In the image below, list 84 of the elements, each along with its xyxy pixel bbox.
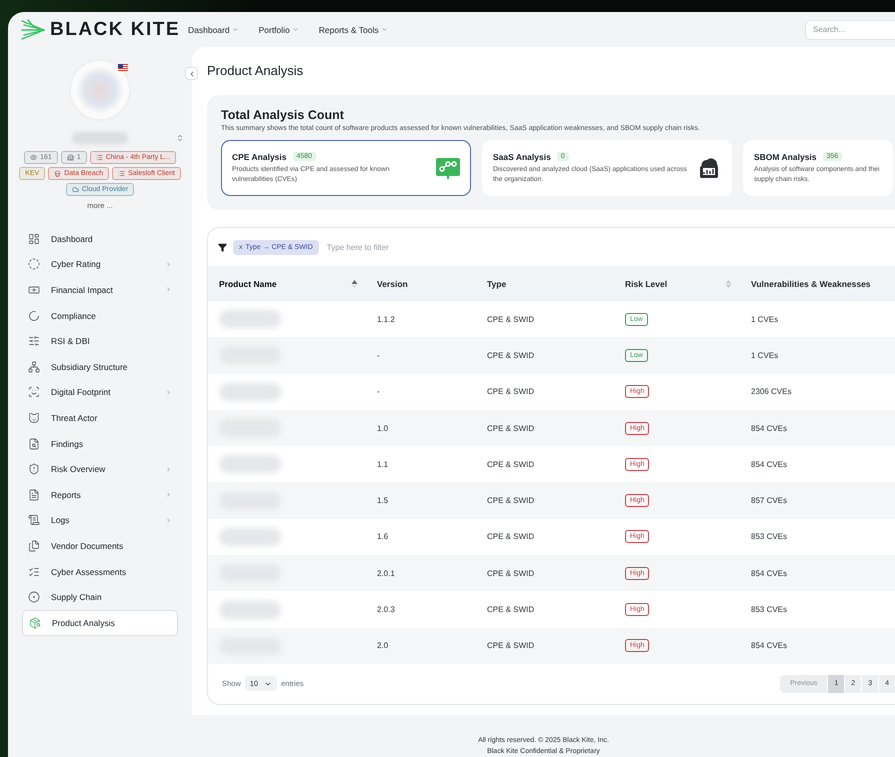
card-title: CPE Analysis — [232, 152, 286, 162]
sliders-icon — [28, 335, 40, 348]
table-cell: CPE & SWID — [476, 410, 614, 446]
dashed-circle-icon — [28, 258, 40, 270]
skull-icon — [54, 170, 62, 177]
sidebar-item[interactable]: Reports — [22, 482, 178, 508]
sidebar-item[interactable]: Vendor Documents — [22, 533, 178, 559]
table-cell: CPE & SWID — [476, 555, 614, 592]
sidebar-item[interactable]: Logs — [22, 508, 178, 534]
loader-icon — [28, 310, 40, 322]
sort-ascending-icon[interactable] — [351, 278, 358, 288]
column-label: Version — [377, 278, 408, 288]
target-icon — [28, 591, 40, 604]
redacted-block — [219, 528, 281, 546]
checklist-icon — [28, 566, 40, 578]
scroll-icon — [28, 514, 40, 526]
chevron-down-icon — [292, 26, 299, 33]
redacted-block — [219, 310, 281, 328]
package-search-icon — [29, 616, 41, 629]
table-cell: 1.0 — [366, 410, 476, 446]
table-cell: 2.0 — [366, 628, 476, 664]
redacted-block — [219, 600, 281, 619]
files-icon — [28, 540, 40, 552]
nav-menu-link[interactable]: Portfolio — [258, 24, 299, 34]
sidebar-item[interactable]: Risk Overview — [22, 456, 178, 482]
table-cell: 1.5 — [366, 482, 476, 519]
table-cell: 854 CVEs — [740, 555, 895, 592]
redacted-block — [219, 382, 281, 401]
flag-icon — [118, 64, 128, 71]
sidebar-item[interactable]: Financial Impact — [22, 277, 178, 303]
sidebar-item[interactable]: Digital Footprint — [22, 380, 178, 406]
scan-face-icon — [28, 386, 40, 398]
table-cell: 854 CVEs — [740, 410, 895, 446]
document-icon — [28, 488, 40, 501]
table-cell: 2.0.1 — [366, 555, 476, 592]
collapse-sidebar-button[interactable] — [185, 67, 198, 80]
table-cell: CPE & SWID — [476, 482, 614, 519]
nav-menu-link[interactable]: Dashboard — [188, 24, 239, 34]
sidebar-item[interactable]: RSI & DBI — [22, 328, 178, 354]
cat-icon — [28, 412, 40, 424]
table-cell: 1 CVEs — [740, 337, 895, 374]
card-title: SaaS Analysis — [493, 152, 551, 162]
list-icon — [118, 170, 126, 177]
column-label: Type — [487, 278, 506, 288]
table-cell: 857 CVEs — [740, 482, 895, 519]
sidebar-item[interactable]: Findings — [22, 430, 178, 456]
sidebar-item[interactable]: Dashboard — [22, 226, 178, 252]
chevron-down-icon — [232, 26, 239, 33]
file-search-icon — [28, 438, 40, 450]
table-cell: 854 CVEs — [740, 628, 895, 664]
sidebar-item[interactable]: Supply Chain — [22, 584, 178, 610]
eye-icon — [30, 154, 38, 161]
node-graph-icon — [436, 156, 460, 180]
sidebar-item[interactable]: Cyber Rating — [22, 252, 178, 278]
sidebar-item[interactable]: Compliance — [22, 302, 178, 328]
summary-title: Total Analysis Count — [221, 108, 345, 122]
table-cell: - — [366, 337, 476, 374]
column-label: Risk Level — [625, 278, 668, 288]
up-down-chevron-icon[interactable] — [176, 134, 184, 142]
column-label: Vulnerabilities & Weaknesses — [751, 278, 871, 288]
sidebar-item[interactable]: Cyber Assessments — [22, 558, 178, 584]
page-title: Product Analysis — [207, 63, 304, 80]
layout-icon — [28, 232, 40, 245]
kite-logo-icon — [20, 18, 46, 40]
cloud-icon — [72, 186, 79, 193]
search-field[interactable]: Search... — [805, 20, 895, 40]
nav-menu-link[interactable]: Reports & Tools — [318, 24, 388, 34]
sidebar-item[interactable]: Threat Actor — [22, 405, 178, 431]
cloud-chart-icon — [697, 157, 721, 179]
filter-icon — [218, 242, 227, 252]
list-icon — [96, 154, 103, 161]
card-title: SBOM Analysis — [754, 152, 817, 162]
sidebar-item[interactable]: Subsidiary Structure — [22, 354, 178, 380]
banknote-icon — [28, 284, 40, 296]
table-cell: CPE & SWID — [476, 628, 614, 664]
shield-alert-icon — [28, 463, 40, 476]
table-cell: CPE & SWID — [476, 337, 614, 374]
network-icon — [28, 360, 40, 373]
sidebar-item[interactable]: Product Analysis — [22, 610, 178, 636]
redacted-block — [219, 455, 281, 474]
brand-name: BLACK KITE — [50, 18, 180, 40]
building-icon — [66, 154, 74, 161]
column-label: Product Name — [219, 278, 277, 288]
chevron-down-icon — [380, 26, 388, 33]
